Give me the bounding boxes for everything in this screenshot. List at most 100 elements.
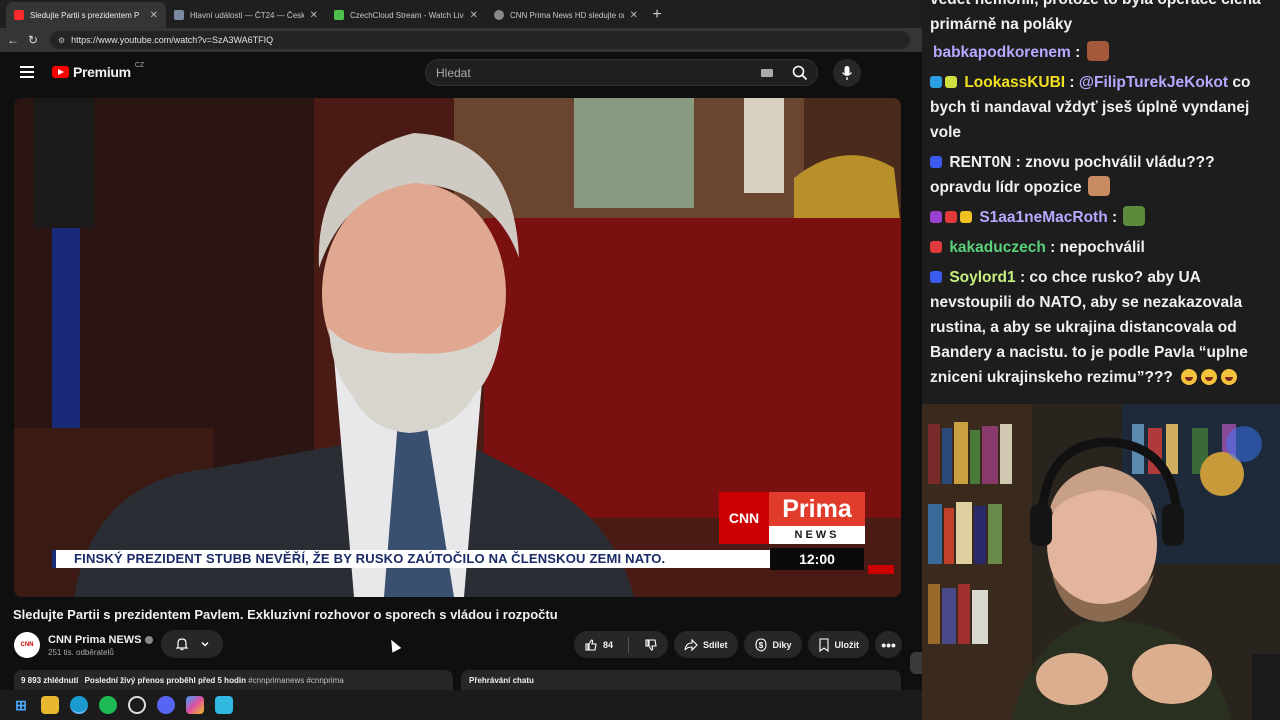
view-count: 9 893 zhlédnutí [21, 676, 79, 685]
search-box [425, 59, 818, 86]
menu-hamburger-icon[interactable] [20, 66, 34, 78]
logo-region: CZ [134, 61, 145, 69]
like-count: 84 [603, 639, 614, 650]
chat-message: RENT0N : znovu pochválil vládu??? opravd… [930, 154, 1215, 196]
discord-icon[interactable] [157, 696, 175, 714]
tab-youtube-video[interactable]: Sledujte Partii s prezidentem P ✕ [6, 2, 166, 28]
url-field[interactable]: ⚙ https://www.youtube.com/watch?v=SzA3WA… [50, 31, 910, 49]
tab-cnn-prima[interactable]: CNN Prima News HD sledujte onli ✕ [486, 2, 646, 28]
chat-badge-icon [945, 211, 957, 223]
thanks-button[interactable]: $ Díky [743, 631, 802, 658]
chat-text: nepochválil [1059, 239, 1145, 256]
broadcast-clock: 12:00 [770, 548, 864, 570]
video-player[interactable]: CNN Prima NEWS FINSKÝ PREZIDENT STUBB NE… [14, 98, 901, 597]
new-tab-button[interactable]: + [646, 2, 668, 28]
copilot-icon[interactable] [186, 696, 204, 714]
search-input[interactable] [436, 65, 756, 80]
dislike-button[interactable] [634, 631, 668, 658]
ct24-favicon-icon [174, 10, 184, 20]
notepad-icon[interactable] [215, 696, 233, 714]
edge-browser-icon[interactable] [70, 696, 88, 714]
cnn-logo-text: CNN [719, 492, 769, 544]
description-box[interactable]: 9 893 zhlédnutí Poslední živý přenos pro… [14, 670, 453, 690]
super-thanks-icon: $ [754, 637, 767, 652]
chat-replay-label: Přehrávání chatu [469, 676, 534, 685]
bell-icon [175, 638, 188, 651]
github-desktop-icon[interactable] [128, 696, 146, 714]
laughing-emoji-icon [1201, 369, 1218, 385]
more-actions-button[interactable]: ••• [875, 631, 903, 658]
tab-ct24[interactable]: Hlavní události — ČT24 — Česká t ✕ [166, 2, 326, 28]
chat-badge-icon [930, 271, 942, 283]
microphone-icon [841, 66, 853, 80]
verified-check-icon [144, 635, 153, 644]
share-button[interactable]: Sdílet [674, 631, 738, 658]
close-tab-icon[interactable]: ✕ [310, 10, 318, 21]
laughing-emoji-icon [1221, 369, 1238, 385]
back-arrow-icon[interactable]: ← [6, 33, 20, 47]
chat-message: primárně na poláky [930, 12, 1272, 37]
voice-search-button[interactable] [833, 59, 861, 87]
side-panel-edge [910, 652, 922, 674]
tab-title: CzechCloud Stream - Watch Live on [350, 10, 464, 20]
windows-taskbar: ⊞ [0, 690, 922, 720]
chat-badge-icon [930, 156, 942, 168]
more-dots-icon: ••• [881, 636, 896, 653]
share-label: Sdílet [703, 639, 728, 650]
chat-mention: @FilipTurekJeKokot [1078, 74, 1229, 91]
share-icon [684, 638, 698, 651]
youtube-header: Premium CZ [0, 52, 922, 94]
youtube-favicon-icon [14, 10, 24, 20]
like-dislike-group: 84 [574, 631, 669, 658]
url-text: https://www.youtube.com/watch?v=SzA3WA6T… [71, 35, 274, 45]
chevron-down-icon [201, 642, 208, 647]
chat-username: kakaduczech [949, 239, 1046, 256]
close-tab-icon[interactable]: ✕ [470, 10, 478, 21]
hashtags[interactable]: #cnnprimanews #cnnprima [248, 676, 344, 685]
browser-tab-strip: Sledujte Partii s prezidentem P ✕ Hlavní… [0, 0, 922, 28]
chat-username: Soylord1 [949, 269, 1016, 286]
channel-name[interactable]: CNN Prima NEWS [48, 634, 142, 646]
chat-username: S1aa1neMacRoth [979, 209, 1108, 226]
keyboard-icon[interactable] [761, 69, 773, 77]
thumbs-down-icon [645, 638, 657, 651]
channel-avatar[interactable]: CNN [14, 632, 40, 658]
chat-username: LookassKUBI [964, 74, 1066, 91]
chat-badge-icon [930, 241, 942, 253]
site-info-icon[interactable]: ⚙ [58, 36, 65, 45]
like-button[interactable]: 84 [574, 631, 623, 658]
search-button[interactable] [783, 60, 817, 85]
laughing-emoji-icon [1181, 369, 1198, 385]
bookmark-icon [818, 637, 829, 652]
streamer-webcam [922, 404, 1280, 720]
file-explorer-icon[interactable] [41, 696, 59, 714]
windows-start-icon[interactable]: ⊞ [12, 696, 30, 714]
tab-czechcloud[interactable]: CzechCloud Stream - Watch Live on ✕ [326, 2, 486, 28]
youtube-play-icon [52, 66, 69, 78]
stream-chat-overlay: vědět nemohli, protože to byla operace č… [922, 0, 1280, 404]
news-ticker: FINSKÝ PREZIDENT STUBB NEVĚŘÍ, ŽE BY RUS… [52, 550, 772, 568]
save-label: Uložit [834, 639, 860, 650]
mouse-cursor-icon [386, 637, 402, 653]
chat-text: co chce rusko? aby UA nevstoupili do NAT… [930, 269, 1248, 386]
youtube-logo[interactable]: Premium CZ [52, 61, 145, 80]
chat-replay-panel[interactable]: Přehrávání chatu [461, 670, 901, 690]
chat-badge-icon [960, 211, 972, 223]
webcam-image [922, 404, 1280, 720]
close-tab-icon[interactable]: ✕ [630, 10, 638, 21]
search-icon [792, 65, 808, 80]
reload-icon[interactable]: ↻ [26, 33, 40, 47]
chat-message: kakaduczech : nepochválil [930, 235, 1272, 260]
channel-watermark [868, 565, 894, 574]
save-button[interactable]: Uložit [807, 631, 870, 658]
chat-message: LookassKUBI : @FilipTurekJeKokot co bych… [930, 74, 1251, 141]
close-tab-icon[interactable]: ✕ [150, 10, 158, 21]
spotify-icon[interactable] [99, 696, 117, 714]
subscription-notifications-button[interactable] [161, 630, 223, 658]
chat-message: S1aa1neMacRoth : [930, 205, 1272, 230]
divider [628, 636, 630, 653]
czechcloud-favicon-icon [334, 10, 344, 20]
chat-badge-icon [930, 76, 942, 88]
channel-info: CNN CNN Prima NEWS 251 tis. odběratelů [14, 632, 153, 658]
address-bar-row: ← ↻ ⚙ https://www.youtube.com/watch?v=Sz… [0, 28, 922, 52]
